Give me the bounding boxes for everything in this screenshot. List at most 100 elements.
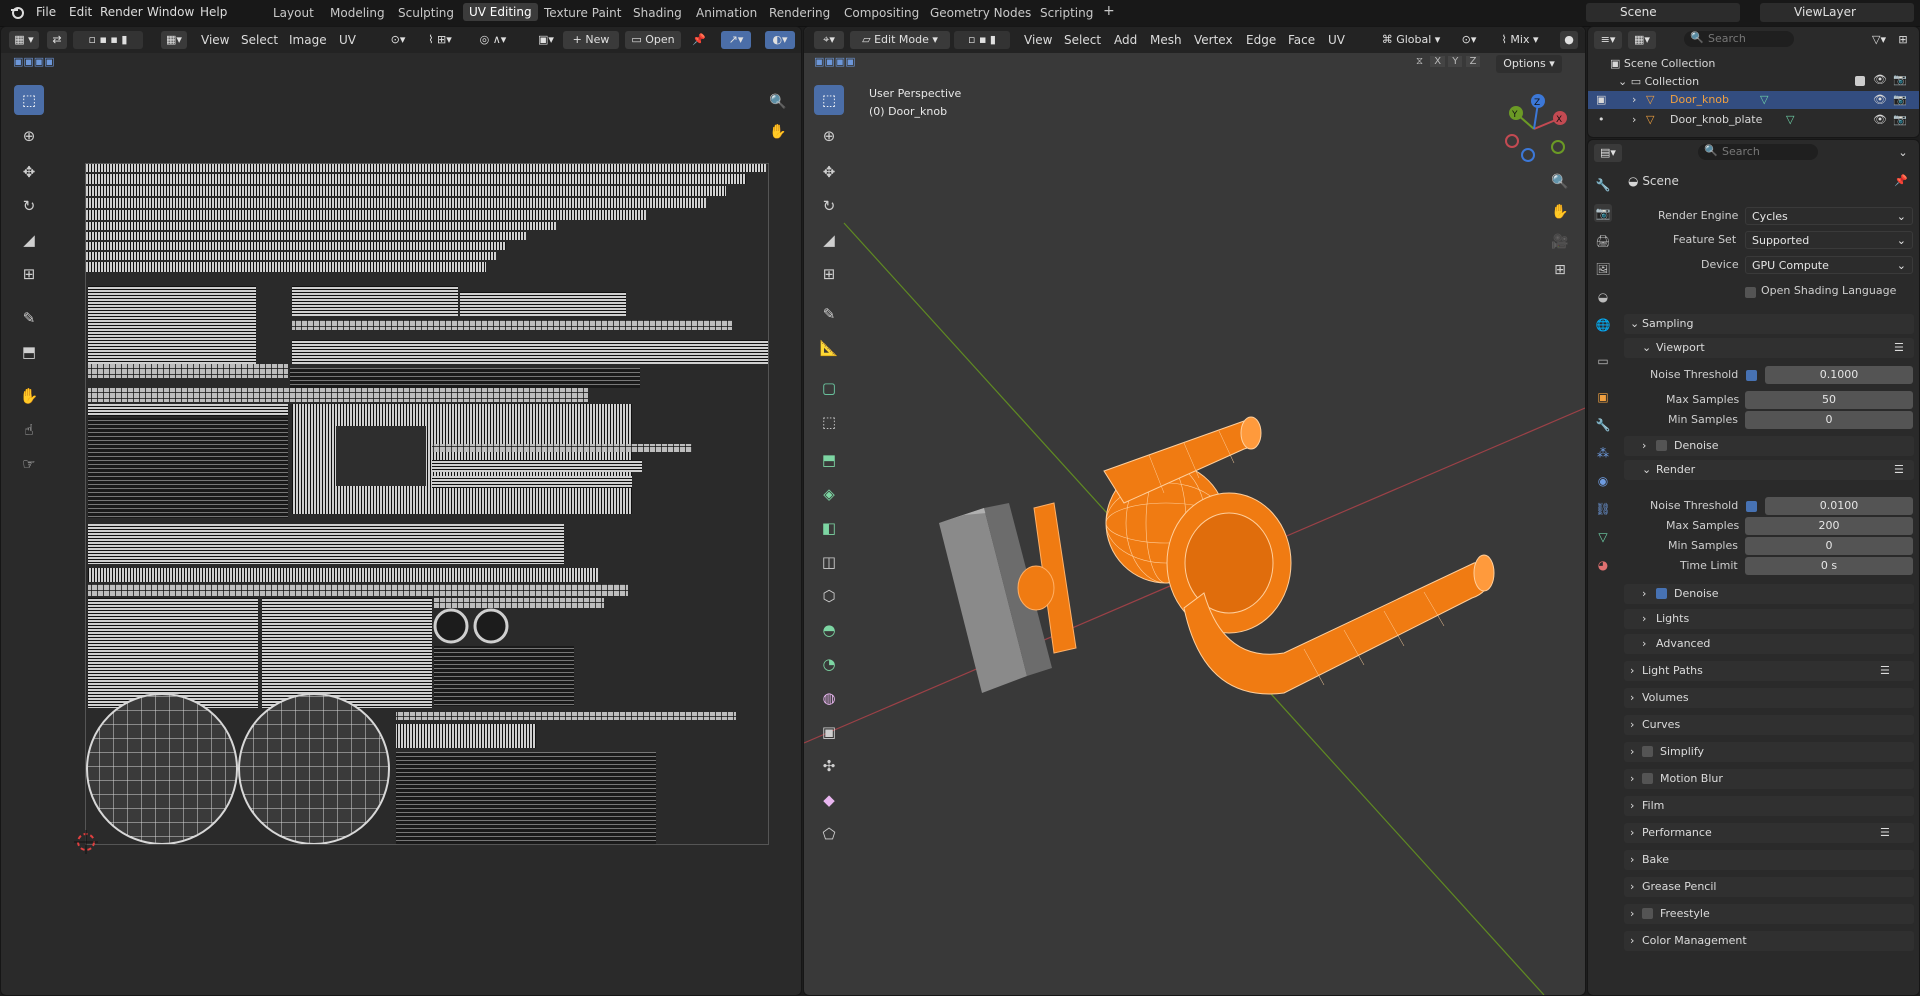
gizmo-toggle-icon[interactable]: ↗▾ [721, 31, 751, 49]
spin-tool-icon[interactable]: ◓ [814, 615, 844, 645]
properties-area[interactable]: ▤▾ 🔍 Search ⌄ 🔧 📷 🖨 🖼 ◒ 🌐 ▭ ▣ 🔧 ⁂ ◉ ⛓ ▽ … [1587, 139, 1920, 996]
performance-panel[interactable]: › Performance ☰ [1624, 823, 1914, 843]
time-limit-field[interactable]: 0 s [1745, 557, 1913, 575]
add-workspace-icon[interactable]: + [1103, 3, 1115, 19]
annotate-tool-icon[interactable]: ✎ [14, 303, 44, 333]
vp-menu-face[interactable]: Face [1288, 33, 1315, 47]
tab-layout[interactable]: Layout [273, 6, 314, 20]
proportional-icon[interactable]: ● [1560, 31, 1578, 49]
plate-render-icon[interactable]: 📷 [1893, 111, 1907, 129]
view-layer-tab-icon[interactable]: 🖼 [1594, 260, 1612, 278]
render-presets-icon[interactable]: ☰ [1894, 460, 1904, 480]
freestyle-checkbox[interactable] [1642, 908, 1653, 919]
tab-sculpting[interactable]: Sculpting [398, 6, 454, 20]
shrink-fatten-tool-icon[interactable]: ▣ [814, 717, 844, 747]
knife-tool-icon[interactable]: ◫ [814, 547, 844, 577]
plate-visibility-icon[interactable]: 👁 [1873, 111, 1887, 129]
film-panel[interactable]: › Film [1624, 796, 1914, 816]
vp-min-samples-field[interactable]: 0 [1745, 411, 1913, 429]
properties-options-icon[interactable]: ⌄ [1894, 144, 1912, 162]
simplify-panel[interactable]: › Simplify [1624, 742, 1914, 762]
uv-sync-icon[interactable]: ⇄ [47, 31, 67, 49]
motion-blur-checkbox[interactable] [1642, 773, 1653, 784]
rip-tool-icon[interactable]: ◆ [814, 785, 844, 815]
bevel-tool-icon[interactable]: ◈ [814, 479, 844, 509]
cursor-tool-icon[interactable]: ⊕ [14, 121, 44, 151]
editor-type-button[interactable]: ▦ ▾ [9, 31, 39, 49]
vp-menu-select[interactable]: Select [1064, 33, 1101, 47]
properties-search[interactable]: 🔍 Search [1698, 144, 1818, 160]
pinch-tool-icon[interactable]: ☞ [14, 449, 44, 479]
collection-checkbox-icon[interactable] [1855, 76, 1865, 86]
vp-transform-tool-icon[interactable]: ⊞ [814, 259, 844, 289]
uv-menu-image[interactable]: Image [289, 33, 327, 47]
tab-compositing[interactable]: Compositing [844, 6, 919, 20]
color-management-panel[interactable]: › Color Management [1624, 931, 1914, 951]
scene-field[interactable]: Scene [1620, 5, 1657, 19]
vp-menu-vertex[interactable]: Vertex [1194, 33, 1233, 47]
select-mode-buttons[interactable]: ▫ ▪ ▪ ▮ [73, 31, 143, 49]
sticky-mode-dropdown[interactable]: ▦▾ [161, 31, 187, 49]
outliner-area[interactable]: ≡▾ ▦▾ 🔍 Search ▽▾ ⊞ ▣ Scene Collection ⌄… [1587, 26, 1920, 138]
menu-window[interactable]: Window [147, 5, 194, 19]
tab-uv-editing[interactable]: UV Editing [463, 3, 538, 21]
vp-rotate-tool-icon[interactable]: ↻ [814, 191, 844, 221]
pivot-icon[interactable]: ⊙▾ [385, 31, 411, 49]
tab-rendering[interactable]: Rendering [769, 6, 830, 20]
image-browse-icon[interactable]: ▣▾ [533, 31, 559, 49]
scale-tool-icon[interactable]: ◢ [14, 225, 44, 255]
output-tab-icon[interactable]: 🖨 [1594, 232, 1612, 250]
world-tab-icon[interactable]: 🌐 [1594, 316, 1612, 334]
uv-canvas[interactable] [85, 163, 792, 845]
feature-set-dropdown[interactable]: Supported ⌄ [1745, 231, 1913, 249]
tool-tab-icon[interactable]: 🔧 [1594, 176, 1612, 194]
vp-menu-mesh[interactable]: Mesh [1150, 33, 1182, 47]
tab-texture-paint[interactable]: Texture Paint [544, 6, 621, 20]
door-knob-render-icon[interactable]: 📷 [1893, 91, 1907, 109]
add-cube-tool-icon[interactable]: ▢ [814, 373, 844, 403]
constraints-tab-icon[interactable]: ⛓ [1594, 500, 1612, 518]
open-image-button[interactable]: ▭ Open [625, 31, 681, 49]
data-tab-icon[interactable]: ▽ [1594, 528, 1612, 546]
viewport-area[interactable]: ⌖▾ ▱ Edit Mode ▾ ▫ ▪ ▮ View Select Add M… [803, 26, 1586, 996]
rip-region-tool-icon[interactable]: ⬒ [14, 337, 44, 367]
viewlayer-field[interactable]: ViewLayer [1794, 5, 1856, 19]
mode-dropdown[interactable]: ▱ Edit Mode ▾ [850, 31, 950, 49]
menu-file[interactable]: File [36, 5, 56, 19]
r-noise-threshold-field[interactable]: 0.0100 [1765, 497, 1913, 515]
properties-editor-type-button[interactable]: ▤▾ [1594, 144, 1622, 162]
zoom-icon[interactable]: 🔍 [767, 91, 789, 113]
advanced-subpanel[interactable]: › Advanced [1624, 634, 1914, 654]
viewport-subpanel-header[interactable]: ⌄ Viewport ☰ [1624, 338, 1914, 358]
smooth-tool-icon[interactable]: ◔ [814, 649, 844, 679]
to-sphere-tool-icon[interactable]: ⬠ [814, 819, 844, 849]
camera-view-icon[interactable]: 🎥 [1549, 231, 1571, 253]
transform-tool-icon[interactable]: ⊞ [14, 259, 44, 289]
r-min-samples-field[interactable]: 0 [1745, 537, 1913, 555]
uv-editor-area[interactable]: ▦ ▾ ⇄ ▫ ▪ ▪ ▮ ▦▾ View Select Image UV ⊙▾… [0, 26, 802, 996]
r-noise-threshold-checkbox[interactable] [1746, 501, 1757, 512]
ortho-toggle-icon[interactable]: ⊞ [1549, 259, 1571, 281]
display-mode-button[interactable]: ▦▾ [1628, 31, 1656, 49]
menu-render[interactable]: Render [100, 5, 143, 19]
2d-cursor-icon[interactable] [74, 830, 98, 854]
loop-cut-tool-icon[interactable]: ◧ [814, 513, 844, 543]
poly-build-tool-icon[interactable]: ⬡ [814, 581, 844, 611]
outliner-collection[interactable]: ⌄ ▭ Collection [1618, 73, 1699, 91]
filter-icon[interactable]: ▽▾ [1868, 31, 1890, 49]
snap-mix-dropdown[interactable]: ⌇ Mix ▾ [1490, 31, 1550, 49]
scene-selector[interactable]: Scene [1586, 3, 1740, 22]
uv-menu-select[interactable]: Select [241, 33, 278, 47]
collection-visibility-icon[interactable]: 👁 [1873, 73, 1887, 86]
outliner-search[interactable]: 🔍 Search [1684, 31, 1794, 47]
vp-annotate-tool-icon[interactable]: ✎ [814, 299, 844, 329]
simplify-checkbox[interactable] [1642, 746, 1653, 757]
extrude-tool-icon[interactable]: ⬚ [814, 407, 844, 437]
material-tab-icon[interactable]: ◕ [1594, 556, 1612, 574]
select-box-tool-icon[interactable]: ⬚ [14, 85, 44, 115]
vp-max-samples-field[interactable]: 50 [1745, 391, 1913, 409]
render-tab-icon[interactable]: 📷 [1594, 204, 1612, 222]
vp-menu-uv[interactable]: UV [1328, 33, 1345, 47]
uv-menu-view[interactable]: View [201, 33, 229, 47]
vp-menu-add[interactable]: Add [1114, 33, 1137, 47]
